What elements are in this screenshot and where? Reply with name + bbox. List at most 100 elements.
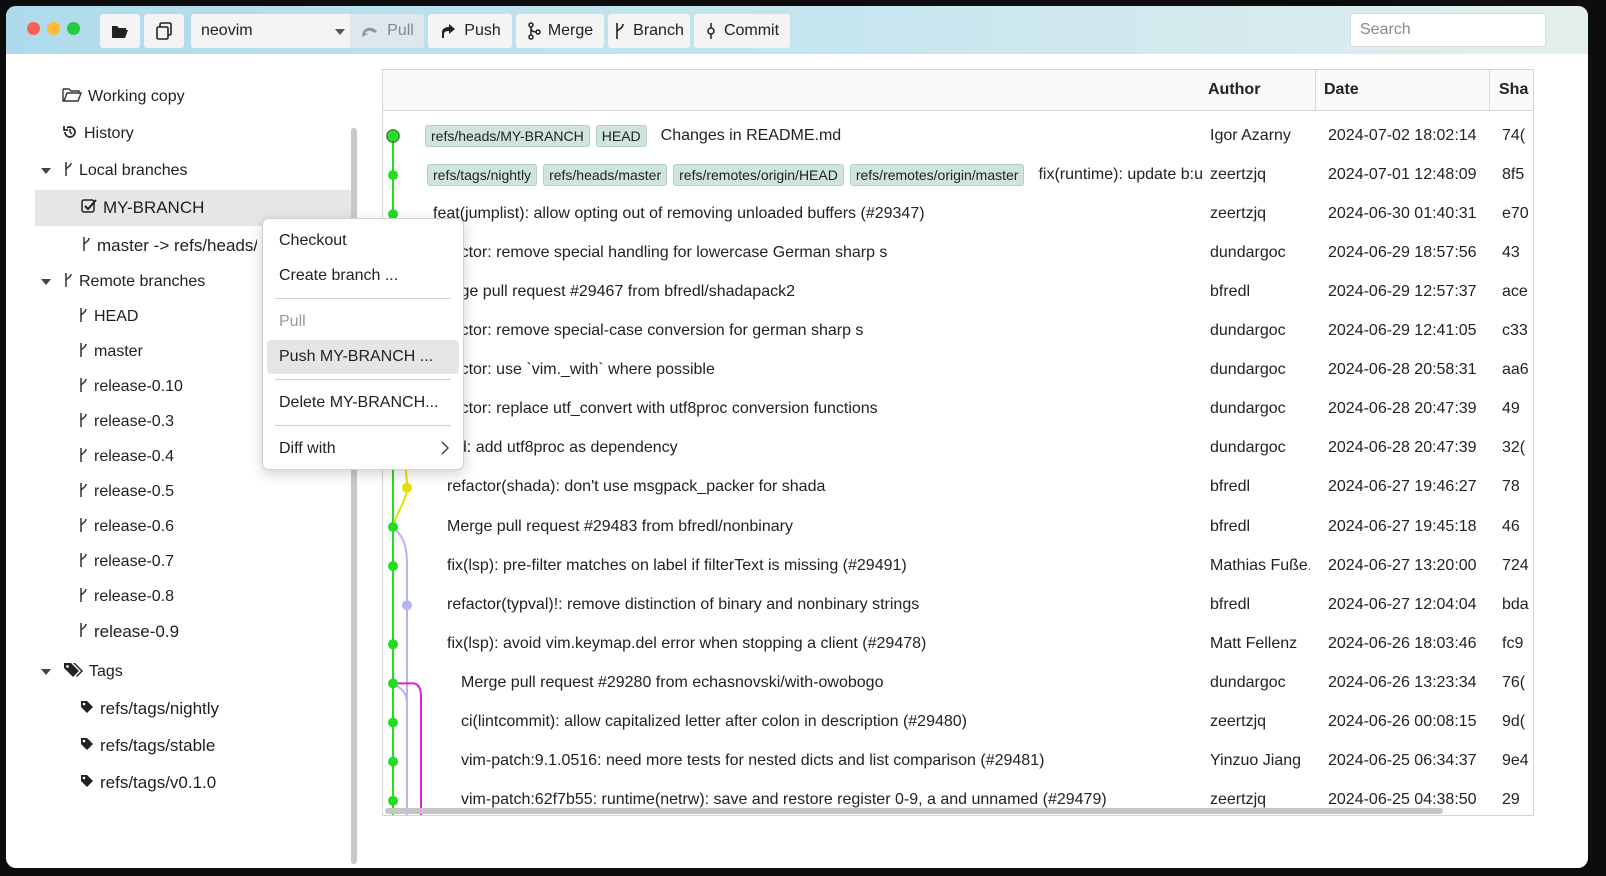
commit-sha: fc9 — [1502, 634, 1524, 652]
clone-repo-button[interactable] — [144, 14, 184, 48]
pull-icon — [360, 23, 380, 39]
sidebar-item-remote-branch[interactable]: release-0.9 — [78, 614, 179, 650]
sidebar-item-remote-branch[interactable]: release-0.10 — [78, 369, 183, 405]
table-row[interactable]: feat(jumplist): allow opting out of remo… — [383, 194, 1533, 233]
folder-open-icon — [62, 87, 83, 107]
table-row[interactable]: fix(lsp): pre-filter matches on label if… — [383, 546, 1533, 585]
commit-author: dundargoc — [1210, 322, 1286, 339]
menu-separator — [275, 425, 451, 426]
sidebar-group-remote-branches[interactable]: Remote branches — [41, 264, 205, 300]
commit-message: fix(runtime): update b:undo_ftpl — [1038, 165, 1202, 183]
commit-message-cell: fix(lsp): pre-filter matches on label if… — [447, 546, 907, 585]
commit-message-cell: refactor: use `vim._with` where possible — [433, 351, 715, 390]
menu-separator — [275, 379, 451, 380]
repo-select-value: neovim — [201, 22, 253, 39]
column-header-sha[interactable]: Sha — [1491, 70, 1533, 110]
commit-message: fix(lsp): pre-filter matches on label if… — [447, 556, 907, 574]
branch-icon — [78, 482, 88, 503]
sidebar-item-label: master — [94, 343, 143, 360]
table-row[interactable]: fix(lsp): avoid vim.keymap.del error whe… — [383, 624, 1533, 663]
table-row[interactable]: refactor(typval)!: remove distinction of… — [383, 585, 1533, 624]
commit-message-cell: vim-patch:9.1.0516: need more tests for … — [461, 742, 1044, 781]
sidebar-group-label: Remote branches — [79, 273, 206, 290]
menu-item-checkout[interactable]: Checkout — [267, 224, 459, 258]
commit-message-cell: ci(lintcommit): allow capitalized letter… — [461, 703, 967, 742]
commit-date: 2024-06-28 20:47:39 — [1328, 400, 1477, 418]
menu-item-delete[interactable]: Delete MY-BRANCH... — [267, 386, 459, 420]
column-divider[interactable] — [1489, 70, 1490, 110]
commit-author: dundargoc — [1210, 361, 1286, 379]
commit-date: 2024-06-27 12:04:04 — [1328, 595, 1477, 613]
sidebar-item-tag[interactable]: refs/tags/stable — [80, 728, 215, 764]
sidebar-item-working-copy[interactable]: Working copy — [62, 79, 185, 115]
commit-message-cell: refactor: remove special-case conversion… — [433, 312, 863, 351]
horizontal-scrollbar[interactable] — [385, 808, 1443, 814]
tag-icon — [80, 774, 94, 793]
table-row[interactable]: vim-patch:9.1.0516: need more tests for … — [383, 742, 1533, 781]
sidebar-group-tags[interactable]: Tags — [41, 654, 123, 690]
table-row[interactable]: ci(lintcommit): allow capitalized letter… — [383, 703, 1533, 742]
table-row[interactable]: Merge pull request #29483 from bfredl/no… — [383, 507, 1533, 546]
tag-icon — [80, 700, 94, 719]
commit-sha: bda — [1502, 595, 1529, 613]
commit-sha: 724 — [1502, 556, 1529, 574]
branch-button[interactable]: Branch — [608, 14, 690, 48]
branch-icon — [78, 377, 88, 398]
commit-message-cell: refactor: remove special handling for lo… — [433, 233, 887, 272]
sidebar-item-tag[interactable]: refs/tags/v0.1.0 — [80, 765, 216, 801]
sidebar-item-remote-branch[interactable]: release-0.6 — [78, 509, 174, 545]
commit-date: 2024-07-02 18:02:14 — [1328, 126, 1477, 144]
folder-open-icon — [111, 23, 129, 39]
commit-button[interactable]: Commit — [694, 14, 790, 48]
search-input[interactable] — [1350, 13, 1546, 47]
commit-date: 2024-06-28 20:47:39 — [1328, 439, 1477, 457]
table-row[interactable]: refs/tags/nightly refs/heads/master refs/r… — [383, 155, 1533, 194]
sidebar-item-remote-branch[interactable]: release-0.7 — [78, 544, 174, 580]
table-row[interactable]: refactor: remove special-case conversion… — [383, 312, 1533, 351]
commit-sha: 9d( — [1502, 713, 1526, 730]
sidebar-group-label: Local branches — [79, 162, 188, 179]
table-row[interactable]: build: add utf8proc as dependency dundarg… — [383, 429, 1533, 468]
commit-message: fix(lsp): avoid vim.keymap.del error whe… — [447, 634, 927, 652]
table-row[interactable]: refactor: remove special handling for lo… — [383, 233, 1533, 272]
sidebar-item-label: release-0.5 — [94, 483, 175, 500]
table-row[interactable]: refactor: replace utf_convert with utf8p… — [383, 390, 1533, 429]
sidebar-item-remote-branch[interactable]: release-0.5 — [78, 474, 174, 510]
commit-message: Merge pull request #29280 from echasnovs… — [461, 673, 884, 691]
open-repo-button[interactable] — [100, 14, 140, 48]
chevron-down-icon — [335, 29, 345, 35]
menu-item-create-branch[interactable]: Create branch ... — [267, 259, 459, 293]
table-row[interactable]: refactor(shada): don't use msgpack_packe… — [383, 468, 1533, 507]
commit-date: 2024-06-27 19:46:27 — [1328, 478, 1477, 496]
zoom-window-button[interactable] — [67, 22, 80, 35]
close-window-button[interactable] — [27, 22, 40, 35]
table-row[interactable]: Merge pull request #29280 from echasnovs… — [383, 663, 1533, 702]
pull-button[interactable]: Pull — [350, 14, 424, 48]
commit-sha: 8f5 — [1502, 165, 1525, 183]
commit-date: 2024-06-29 12:57:37 — [1328, 282, 1477, 300]
chevron-down-icon — [41, 279, 51, 285]
sidebar-item-remote-branch[interactable]: release-0.8 — [78, 579, 174, 615]
sidebar-item-master-local[interactable]: master -> refs/heads/m — [81, 228, 257, 264]
minimize-window-button[interactable] — [47, 22, 60, 35]
sidebar-item-remote-branch[interactable]: HEAD — [78, 299, 138, 335]
sidebar-group-local-branches[interactable]: Local branches — [41, 153, 188, 189]
merge-button[interactable]: Merge — [516, 14, 604, 48]
column-header-date[interactable]: Date — [1316, 70, 1489, 110]
table-row[interactable]: refs/heads/MY-BRANCH HEAD Changes in READM… — [383, 116, 1533, 155]
commit-author: dundargoc — [1210, 439, 1286, 457]
menu-item-push[interactable]: Push MY-BRANCH ... — [267, 340, 459, 374]
repo-select[interactable]: neovim — [191, 14, 353, 48]
table-row[interactable]: Merge pull request #29467 from bfredl/sh… — [383, 272, 1533, 311]
sidebar-item-label: master -> refs/heads/m — [97, 236, 257, 255]
menu-item-diff-with[interactable]: Diff with — [267, 432, 459, 466]
sidebar-item-remote-branch[interactable]: release-0.3 — [78, 404, 174, 440]
sidebar-item-remote-branch[interactable]: release-0.4 — [78, 439, 174, 475]
table-row[interactable]: refactor: use `vim._with` where possible… — [383, 351, 1533, 390]
push-button[interactable]: Push — [428, 14, 512, 48]
sidebar-item-remote-branch[interactable]: master — [78, 334, 143, 370]
column-header-author[interactable]: Author — [1200, 70, 1315, 110]
sidebar-item-history[interactable]: History — [62, 116, 134, 152]
sidebar-item-tag[interactable]: refs/tags/nightly — [80, 691, 219, 727]
commit-message-cell: refs/heads/MY-BRANCH HEAD Changes in READM… — [425, 116, 841, 155]
